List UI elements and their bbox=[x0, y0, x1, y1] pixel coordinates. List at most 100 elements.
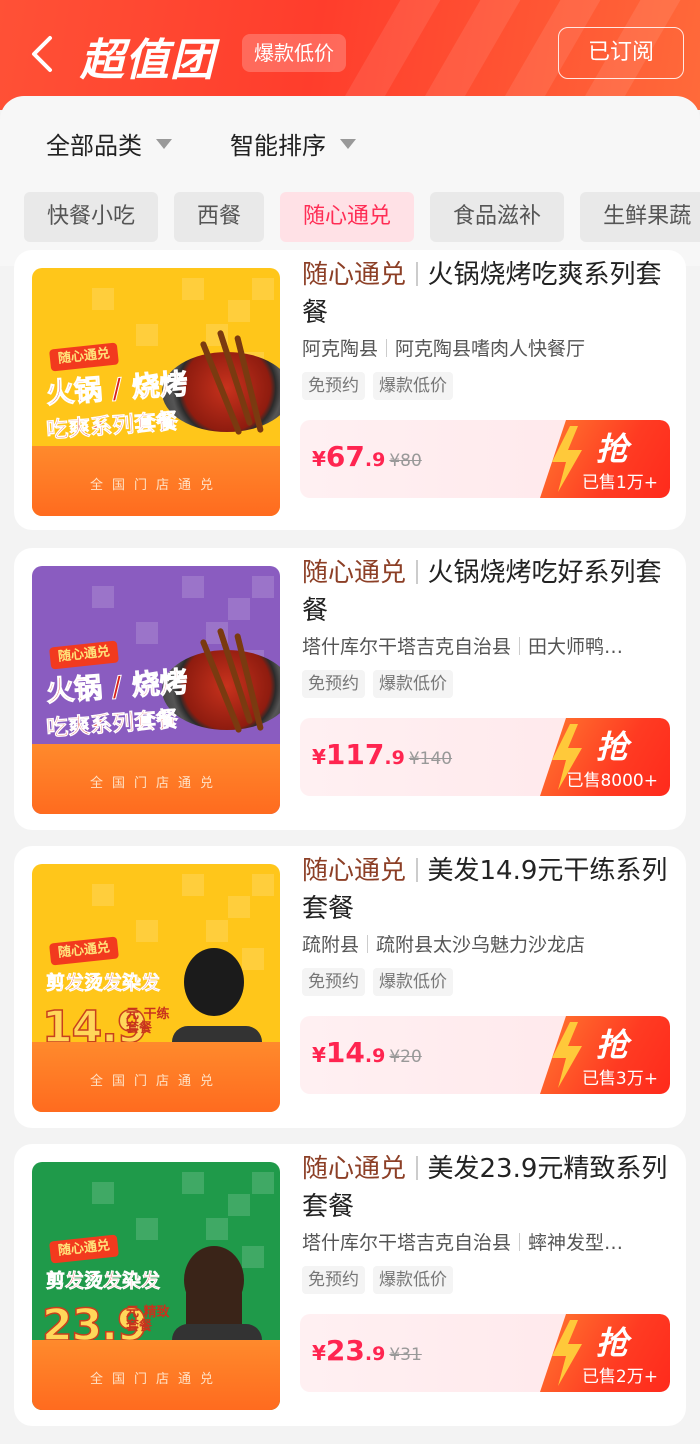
grab-button[interactable]: 抢已售1万+ bbox=[540, 420, 670, 498]
category-chip[interactable]: 快餐小吃 bbox=[24, 192, 159, 242]
sort-dropdown-label: 智能排序 bbox=[230, 132, 326, 160]
price-decimal: .9 bbox=[384, 747, 405, 769]
category-chip[interactable]: 食品滋补 bbox=[430, 192, 565, 242]
shop-info[interactable]: 塔什库尔干塔吉克自治县 蟀神发型… bbox=[302, 1228, 674, 1255]
decorative-pixel bbox=[92, 288, 114, 310]
currency-symbol: ¥ bbox=[312, 1341, 326, 1365]
price-decimal: .9 bbox=[364, 1045, 386, 1067]
product-card[interactable]: 随心通兑 剪发烫发染发 14.9 元 干练 套餐 全国门店通兑 随心通兑 美发14.9元干练… bbox=[14, 846, 686, 1128]
product-brand: 随心通兑 bbox=[302, 558, 407, 588]
thumbnail-badge: 随心通兑 bbox=[49, 1234, 119, 1264]
grab-button[interactable]: 抢已售8000+ bbox=[540, 718, 670, 796]
decorative-pixel bbox=[228, 1194, 250, 1216]
product-tags: 免预约 爆款低价 bbox=[302, 670, 453, 698]
decorative-pixel bbox=[228, 896, 250, 918]
original-price: ¥140 bbox=[408, 749, 453, 769]
product-title[interactable]: 随心通兑 火锅烧烤吃好系列套餐 bbox=[302, 554, 674, 630]
dropdown-arrow-icon bbox=[156, 138, 172, 149]
shop-divider bbox=[386, 339, 388, 357]
price-bar[interactable]: ¥67.9 ¥80 抢已售1万+ bbox=[300, 420, 670, 498]
product-card[interactable]: 随心通兑 火锅 / 烧烤 吃爽系列套餐 全国门店通兑 随心通兑 火锅烧烤吃爽系列套餐 阿克陶… bbox=[14, 250, 686, 530]
thumbnail-footer: 全国门店通兑 bbox=[32, 1340, 280, 1410]
product-tag: 免预约 bbox=[302, 670, 365, 698]
title-divider bbox=[416, 1156, 418, 1180]
product-tag: 爆款低价 bbox=[373, 670, 453, 698]
product-title[interactable]: 随心通兑 美发23.9元精致系列套餐 bbox=[302, 1150, 674, 1226]
decorative-pixel bbox=[182, 278, 204, 300]
grab-button[interactable]: 抢已售3万+ bbox=[540, 1016, 670, 1094]
product-thumbnail[interactable]: 随心通兑 剪发烫发染发 14.9 元 干练 套餐 全国门店通兑 bbox=[32, 864, 280, 1112]
currency-symbol: ¥ bbox=[312, 1043, 326, 1067]
currency-symbol: ¥ bbox=[312, 745, 326, 769]
shop-county: 塔什库尔干塔吉克自治县 bbox=[302, 636, 512, 658]
decorative-pixel bbox=[252, 576, 274, 598]
product-price: ¥23.9 ¥31 bbox=[312, 1334, 422, 1367]
price-integer: 23 bbox=[325, 1334, 365, 1367]
price-integer: 14 bbox=[325, 1036, 365, 1069]
shop-info[interactable]: 阿克陶县 阿克陶县嗜肉人快餐厅 bbox=[302, 334, 674, 361]
product-price: ¥14.9 ¥20 bbox=[312, 1036, 422, 1069]
category-dropdown-label: 全部品类 bbox=[46, 132, 142, 160]
shop-info[interactable]: 塔什库尔干塔吉克自治县 田大师鸭… bbox=[302, 632, 674, 659]
decorative-pixel bbox=[182, 576, 204, 598]
decorative-pixel bbox=[182, 874, 204, 896]
decorative-pixel bbox=[252, 874, 274, 896]
decorative-pixel bbox=[182, 1172, 204, 1194]
product-price: ¥117.9 ¥140 bbox=[312, 738, 452, 771]
product-card[interactable]: 随心通兑 剪发烫发染发 23.9 元 精致 套餐 全国门店通兑 随心通兑 美发23.9元精致… bbox=[14, 1144, 686, 1426]
shop-name: 蟀神发型… bbox=[528, 1232, 624, 1254]
thumbnail-subheadline: 吃爽系列套餐 bbox=[45, 707, 179, 742]
product-title[interactable]: 随心通兑 火锅烧烤吃爽系列套餐 bbox=[302, 256, 674, 332]
app-logo: 超值团 bbox=[80, 35, 215, 86]
shop-divider bbox=[367, 935, 369, 953]
sort-dropdown[interactable]: 智能排序 bbox=[230, 126, 356, 161]
back-arrow-icon[interactable] bbox=[26, 34, 62, 74]
decorative-pixel bbox=[92, 884, 114, 906]
product-thumbnail[interactable]: 随心通兑 剪发烫发染发 23.9 元 精致 套餐 全国门店通兑 bbox=[32, 1162, 280, 1410]
shop-info[interactable]: 疏附县 疏附县太沙乌魅力沙龙店 bbox=[302, 930, 674, 957]
category-chip[interactable]: 生鲜果蔬 bbox=[580, 192, 700, 242]
price-bar[interactable]: ¥117.9 ¥140 抢已售8000+ bbox=[300, 718, 670, 796]
subscribed-button[interactable]: 已订阅 bbox=[558, 27, 684, 79]
sold-count: 已售1万+ bbox=[581, 473, 658, 493]
shop-name: 阿克陶县嗜肉人快餐厅 bbox=[395, 338, 586, 360]
shop-divider bbox=[519, 637, 521, 655]
price-bar[interactable]: ¥23.9 ¥31 抢已售2万+ bbox=[300, 1314, 670, 1392]
product-card[interactable]: 随心通兑 火锅 / 烧烤 吃爽系列套餐 全国门店通兑 随心通兑 火锅烧烤吃好系列套餐 塔什库… bbox=[14, 548, 686, 830]
price-decimal: .9 bbox=[364, 1343, 386, 1365]
lightning-bolt-icon bbox=[552, 1022, 582, 1088]
decorative-pixel bbox=[206, 920, 228, 942]
decorative-pixel bbox=[92, 586, 114, 608]
decorative-pixel bbox=[136, 920, 158, 942]
product-tag: 免预约 bbox=[302, 1266, 365, 1294]
grab-button[interactable]: 抢已售2万+ bbox=[540, 1314, 670, 1392]
thumbnail-badge: 随心通兑 bbox=[49, 640, 119, 670]
shop-name: 田大师鸭… bbox=[528, 636, 624, 658]
product-tag: 爆款低价 bbox=[373, 968, 453, 996]
category-chip[interactable]: 西餐 bbox=[174, 192, 265, 242]
thumbnail-headline: 剪发烫发染发 bbox=[46, 972, 161, 995]
decorative-pixel bbox=[206, 1218, 228, 1240]
decorative-pixel bbox=[136, 622, 158, 644]
price-bar[interactable]: ¥14.9 ¥20 抢已售3万+ bbox=[300, 1016, 670, 1094]
product-title[interactable]: 随心通兑 美发14.9元干练系列套餐 bbox=[302, 852, 674, 928]
thumbnail-price-sub: 元 干练 套餐 bbox=[126, 1007, 170, 1037]
product-tag: 免预约 bbox=[302, 968, 365, 996]
title-divider bbox=[416, 858, 418, 882]
shop-county: 疏附县 bbox=[302, 934, 360, 956]
title-divider bbox=[416, 262, 418, 286]
currency-symbol: ¥ bbox=[312, 447, 326, 471]
thumbnail-headline: 剪发烫发染发 bbox=[46, 1270, 161, 1293]
category-dropdown[interactable]: 全部品类 bbox=[46, 126, 172, 161]
product-brand: 随心通兑 bbox=[302, 856, 407, 886]
original-price: ¥31 bbox=[389, 1345, 422, 1365]
grab-button-label: 抢 bbox=[596, 1026, 629, 1064]
shop-county: 阿克陶县 bbox=[302, 338, 379, 360]
dropdown-arrow-icon bbox=[340, 138, 356, 149]
category-chip[interactable]: 随心通兑 bbox=[280, 192, 415, 242]
decorative-pixel bbox=[252, 1172, 274, 1194]
product-thumbnail[interactable]: 随心通兑 火锅 / 烧烤 吃爽系列套餐 全国门店通兑 bbox=[32, 268, 280, 516]
grab-button-label: 抢 bbox=[596, 430, 629, 468]
product-thumbnail[interactable]: 随心通兑 火锅 / 烧烤 吃爽系列套餐 全国门店通兑 bbox=[32, 566, 280, 814]
filter-panel: 全部品类 智能排序 快餐小吃 西餐 随心通兑 食品滋补 生鲜果蔬 bbox=[0, 96, 700, 266]
